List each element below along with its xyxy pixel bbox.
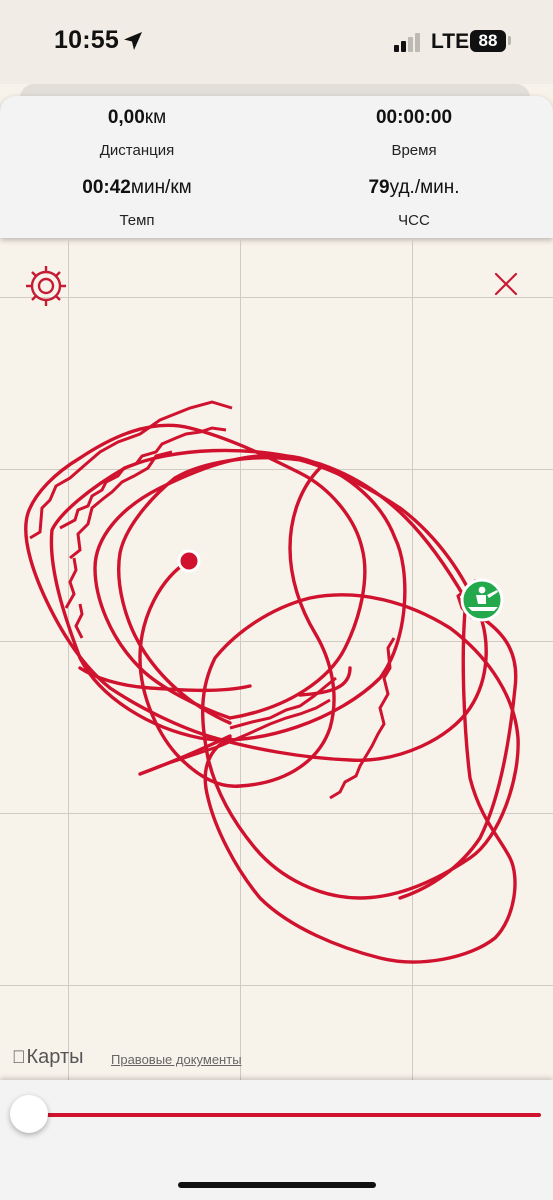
end-marker[interactable] — [177, 549, 201, 573]
gear-icon[interactable] — [22, 262, 70, 310]
pace-value: 00:42 — [82, 177, 131, 198]
apple-logo-icon:  — [12, 1047, 26, 1067]
stat-time: 00:00:00 Время — [294, 107, 534, 159]
map-view[interactable]: Карты Правовые документы — [0, 238, 553, 1080]
home-indicator[interactable] — [178, 1182, 376, 1188]
distance-label: Дистанция — [99, 142, 175, 159]
distance-unit: км — [144, 107, 167, 128]
route-track — [24, 400, 520, 964]
heart-rate-label: ЧСС — [398, 212, 430, 229]
distance-value: 0,00 — [107, 107, 145, 128]
stats-panel: 0,00км Дистанция 00:00:00 Время 00:42мин… — [0, 96, 553, 238]
heart-rate-value: 79 — [368, 177, 390, 198]
status-bar: 10:55 LTE 88 — [0, 0, 553, 84]
heart-rate-unit: уд./мин. — [389, 177, 460, 198]
carrier-label: LTE — [431, 30, 470, 53]
playback-bar — [0, 1080, 553, 1200]
stat-distance: 0,00км Дистанция — [17, 107, 257, 159]
start-marker[interactable] — [460, 578, 504, 622]
status-time: 10:55 — [54, 26, 119, 54]
legal-documents-link[interactable]: Правовые документы — [111, 1052, 242, 1067]
battery-icon: 88 — [470, 30, 506, 52]
playback-thumb[interactable] — [10, 1095, 48, 1133]
playback-track[interactable] — [28, 1113, 541, 1117]
location-arrow-icon — [124, 32, 142, 50]
pace-unit: мин/км — [130, 177, 192, 198]
maps-brand-text: Карты — [13, 1046, 84, 1068]
maps-logo: Карты — [12, 1046, 84, 1069]
time-label: Время — [391, 142, 437, 159]
pace-label: Темп — [119, 212, 155, 229]
time-value: 00:00:00 — [375, 107, 453, 128]
battery-cap — [508, 36, 511, 45]
stat-pace: 00:42мин/км Темп — [17, 177, 257, 229]
cellular-signal-icon — [394, 33, 420, 52]
close-icon[interactable] — [490, 268, 522, 300]
stat-heart-rate: 79уд./мин. ЧСС — [294, 177, 534, 229]
